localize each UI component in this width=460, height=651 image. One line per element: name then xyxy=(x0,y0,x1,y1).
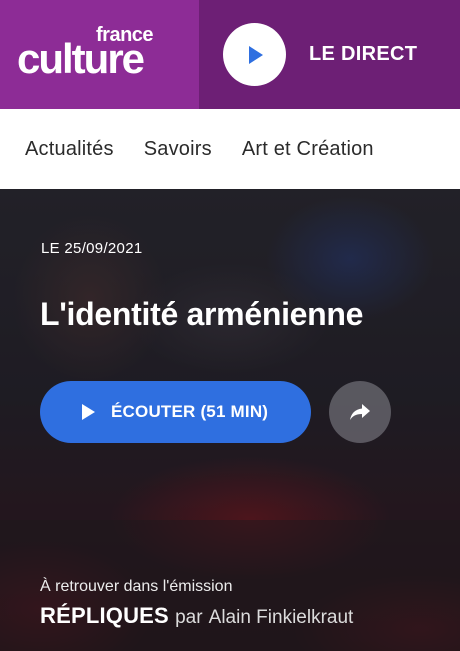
live-play-button[interactable] xyxy=(223,23,286,86)
emission-intro: À retrouver dans l'émission xyxy=(40,578,233,595)
play-icon xyxy=(248,45,263,64)
share-button[interactable] xyxy=(329,381,391,443)
live-direct-label: LE DIRECT xyxy=(309,43,418,65)
header: france culture LE DIRECT xyxy=(0,0,460,109)
listen-button-label: ÉCOUTER (51 MIN) xyxy=(111,402,269,421)
episode-date: LE 25/09/2021 xyxy=(41,240,143,257)
episode-hero: LE 25/09/2021 L'identité arménienne ÉCOU… xyxy=(0,189,460,651)
play-icon xyxy=(82,404,95,420)
episode-title: L'identité arménienne xyxy=(40,296,364,332)
nav-item-savoirs[interactable]: Savoirs xyxy=(144,138,212,161)
nav-item-actualites[interactable]: Actualités xyxy=(25,138,114,161)
live-direct-button[interactable]: LE DIRECT xyxy=(199,0,460,109)
emission-by: par xyxy=(175,607,203,628)
emission-line: RÉPLIQUES par Alain Finkielkraut xyxy=(40,603,353,629)
main-nav: Actualités Savoirs Art et Création xyxy=(0,109,460,189)
france-culture-logo[interactable]: france culture xyxy=(0,0,199,109)
nav-item-art-creation[interactable]: Art et Création xyxy=(242,138,374,161)
emission-name[interactable]: RÉPLIQUES xyxy=(40,603,169,628)
emission-author[interactable]: Alain Finkielkraut xyxy=(209,607,354,628)
listen-button[interactable]: ÉCOUTER (51 MIN) xyxy=(40,381,311,443)
logo-culture-text: culture xyxy=(17,35,145,82)
share-icon xyxy=(350,404,370,420)
